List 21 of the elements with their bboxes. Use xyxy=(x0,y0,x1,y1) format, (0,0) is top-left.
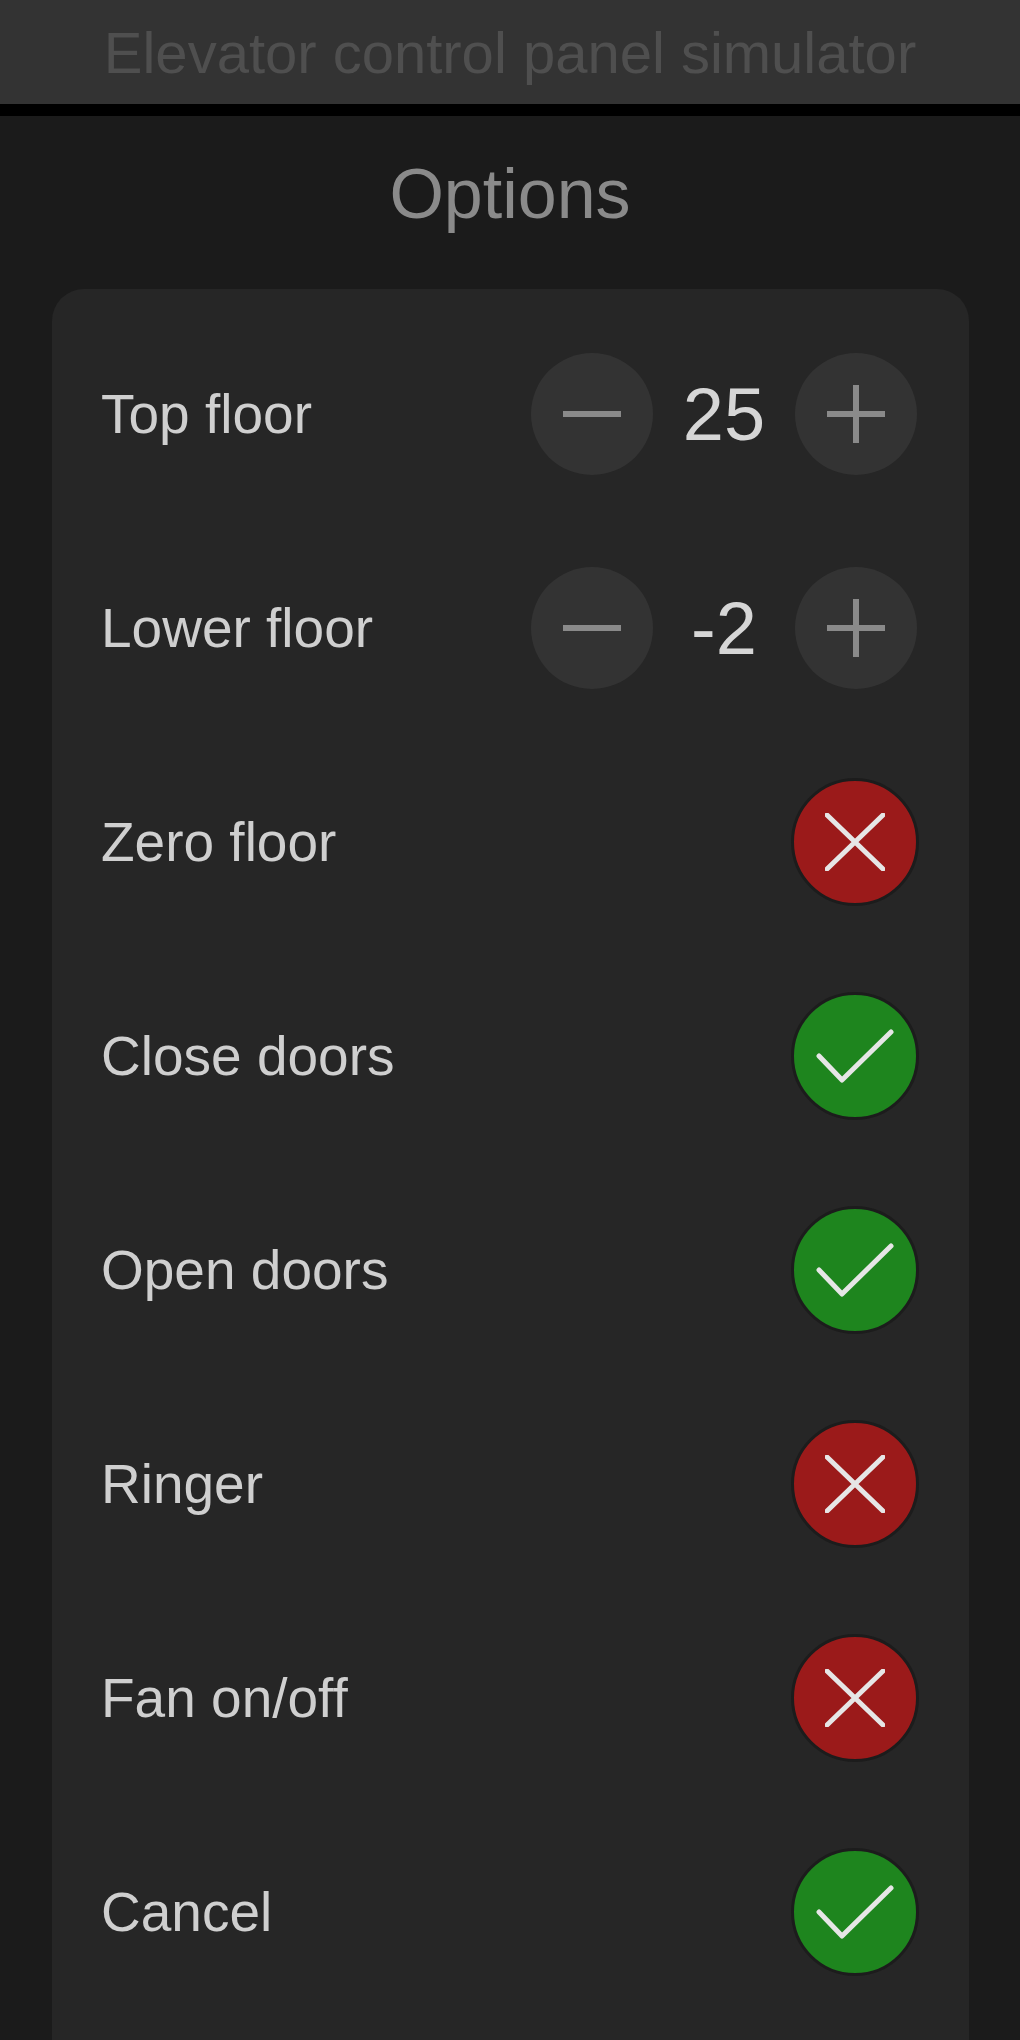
minus-icon xyxy=(563,411,621,417)
option-value: 25 xyxy=(681,371,767,457)
check-icon xyxy=(816,1884,894,1940)
cross-icon xyxy=(825,813,885,871)
option-label: Lower floor xyxy=(101,596,374,660)
option-label: Close doors xyxy=(101,1024,395,1088)
cross-icon xyxy=(825,1455,885,1513)
option-label: Ringer xyxy=(101,1452,264,1516)
option-value: -2 xyxy=(690,585,758,671)
option-label: Cancel xyxy=(101,1880,273,1944)
cross-icon xyxy=(825,1669,885,1727)
option-label: Fan on/off xyxy=(101,1666,348,1730)
plus-icon xyxy=(827,385,885,443)
option-label: Open doors xyxy=(101,1238,389,1302)
option-label: Zero floor xyxy=(101,810,337,874)
check-icon xyxy=(816,1242,894,1298)
check-icon xyxy=(816,1028,894,1084)
minus-icon xyxy=(563,625,621,631)
plus-icon xyxy=(827,599,885,657)
option-label: Top floor xyxy=(101,382,312,446)
options-heading: Options xyxy=(389,154,631,234)
